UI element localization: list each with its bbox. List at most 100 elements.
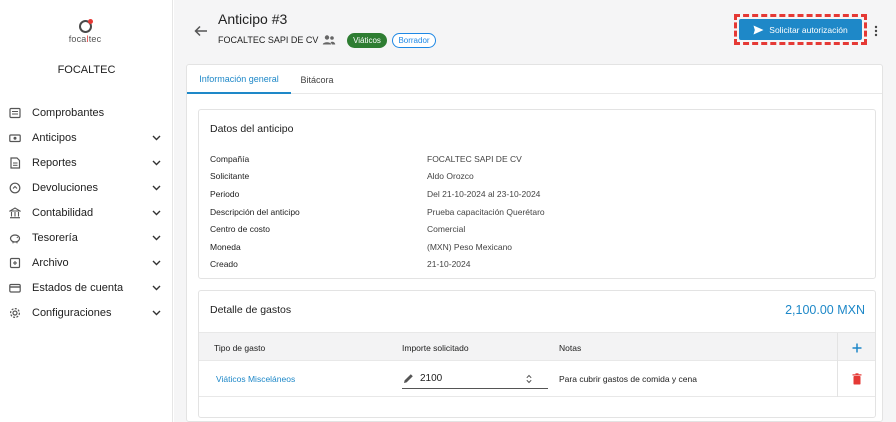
sidebar-item-label: Tesorería <box>32 232 78 245</box>
sidebar-item-archivo[interactable]: Archivo <box>0 251 173 276</box>
request-authorization-label: Solicitar autorización <box>769 24 848 35</box>
sidebar-item-devoluciones[interactable]: Devoluciones <box>0 175 173 200</box>
sidebar-item-label: Devoluciones <box>32 181 99 194</box>
sidebar-item-estados-de-cuenta[interactable]: Estados de cuenta <box>0 276 173 301</box>
datos-row: Descripción del anticipo Prueba capacitac… <box>210 203 850 221</box>
more-options-button[interactable] <box>871 22 881 40</box>
sidebar-item-label: Configuraciones <box>32 307 112 320</box>
datos-row: Creado 21-10-2024 <box>210 256 850 274</box>
sidebar-nav: Comprobantes Anticipos Reportes Devoluci… <box>0 100 173 326</box>
datos-row: Periodo Del 21-10-2024 al 23-10-2024 <box>210 185 850 203</box>
amount-input[interactable]: 2100 <box>402 369 548 389</box>
datos-rows: Compañía FOCALTEC SAPI DE CV Solicitante A… <box>210 150 850 273</box>
sidebar-item-label: Comprobantes <box>32 106 105 119</box>
logo-mark-icon <box>78 19 93 33</box>
chevron-down-icon[interactable] <box>151 183 161 193</box>
sidebar-item-configuraciones[interactable]: Configuraciones <box>0 301 173 326</box>
people-icon <box>322 33 336 47</box>
chevron-down-icon[interactable] <box>151 133 161 143</box>
sidebar-item-anticipos[interactable]: Anticipos <box>0 125 173 150</box>
highlight-box: Solicitar autorización <box>734 14 867 45</box>
field-label: Centro de costo <box>210 224 271 235</box>
section-title: Detalle de gastos <box>210 304 292 316</box>
gastos-section: Detalle de gastos 2,100.00 MXN Tipo de g… <box>198 290 876 418</box>
sidebar: focaltec FOCALTEC Comprobantes Anticipos… <box>0 0 173 422</box>
sidebar-item-label: Anticipos <box>32 131 77 144</box>
chevron-down-icon[interactable] <box>151 308 161 318</box>
chevron-down-icon[interactable] <box>151 258 161 268</box>
field-label: Moneda <box>210 241 241 252</box>
piggy-bank-icon <box>8 232 21 245</box>
send-icon <box>753 25 764 34</box>
receipt-icon <box>8 106 21 119</box>
field-value: Del 21-10-2024 al 23-10-2024 <box>427 188 541 199</box>
section-title: Datos del anticipo <box>210 123 294 135</box>
chevron-down-icon[interactable] <box>151 283 161 293</box>
sidebar-item-label: Contabilidad <box>32 206 94 219</box>
field-value: (MXN) Peso Mexicano <box>427 241 513 252</box>
card-icon <box>8 282 21 295</box>
amount-cell: 2100 <box>402 361 548 397</box>
datos-section: Datos del anticipo Compañía FOCALTEC SAPI… <box>198 109 876 279</box>
sidebar-item-label: Reportes <box>32 156 77 169</box>
logo-text: focaltec <box>68 34 102 44</box>
main-content: Anticipo #3 FOCALTEC SAPI DE CV Viáticos… <box>174 0 896 422</box>
request-authorization-button[interactable]: Solicitar autorización <box>739 19 862 40</box>
datos-row: Compañía FOCALTEC SAPI DE CV <box>210 150 850 168</box>
column-header-importe: Importe solicitado <box>402 342 469 353</box>
datos-row: Solicitante Aldo Orozco <box>210 168 850 186</box>
field-value: FOCALTEC SAPI DE CV <box>427 153 522 164</box>
add-expense-button[interactable] <box>837 333 876 362</box>
column-header-notas: Notas <box>559 342 582 353</box>
page-title: Anticipo #3 <box>218 11 288 27</box>
spinner-icon[interactable] <box>524 373 534 385</box>
field-value: Aldo Orozco <box>427 171 474 182</box>
more-vert-icon <box>874 25 878 37</box>
chevron-down-icon[interactable] <box>151 208 161 218</box>
tabs: Información general Bitácora <box>187 65 882 94</box>
tab-bitacora[interactable]: Bitácora <box>291 65 343 94</box>
amount-value: 2100 <box>420 373 443 384</box>
pencil-icon <box>402 372 416 386</box>
expense-type-link[interactable]: Viáticos Misceláneos <box>216 361 295 397</box>
sidebar-item-label: Estados de cuenta <box>32 282 124 295</box>
field-label: Periodo <box>210 188 240 199</box>
company-subtitle: FOCALTEC SAPI DE CV <box>218 35 319 45</box>
status-badge: Borrador <box>392 33 436 48</box>
field-label: Compañía <box>210 153 250 164</box>
datos-row: Centro de costo Comercial <box>210 220 850 238</box>
back-button[interactable] <box>192 22 210 40</box>
cash-icon <box>8 131 21 144</box>
company-logo: focaltec <box>63 19 107 44</box>
plus-icon <box>852 343 862 352</box>
table-row: Viáticos Misceláneos 2100 Para cubrir ga… <box>199 361 875 397</box>
sidebar-item-tesoreria[interactable]: Tesorería <box>0 225 173 250</box>
sidebar-item-comprobantes[interactable]: Comprobantes <box>0 100 173 125</box>
column-header-tipo: Tipo de gasto <box>214 342 266 353</box>
bank-icon <box>8 206 21 219</box>
arrow-left-icon <box>194 25 207 37</box>
notes-value: Para cubrir gastos de comida y cena <box>559 374 697 384</box>
datos-row: Moneda (MXN) Peso Mexicano <box>210 238 850 256</box>
chevron-down-icon[interactable] <box>151 158 161 168</box>
detail-card: Información general Bitácora Datos del a… <box>186 64 883 422</box>
company-name: FOCALTEC <box>57 64 116 76</box>
refund-icon <box>8 181 21 194</box>
table-header: Tipo de gasto Importe solicitado Notas <box>199 332 876 362</box>
type-chip: Viáticos <box>347 33 387 48</box>
field-value: Prueba capacitación Querétaro <box>427 206 545 217</box>
trash-icon <box>852 373 862 385</box>
tab-informacion-general[interactable]: Información general <box>187 65 291 94</box>
document-icon <box>8 156 21 169</box>
chevron-down-icon[interactable] <box>151 233 161 243</box>
sidebar-item-label: Archivo <box>32 257 69 270</box>
sidebar-item-reportes[interactable]: Reportes <box>0 150 173 175</box>
sidebar-item-contabilidad[interactable]: Contabilidad <box>0 200 173 225</box>
field-value: Comercial <box>427 224 466 235</box>
gastos-total: 2,100.00 MXN <box>785 303 865 317</box>
field-label: Solicitante <box>210 171 250 182</box>
archive-icon <box>8 257 21 270</box>
delete-button[interactable] <box>837 361 876 397</box>
field-value: 21-10-2024 <box>427 259 471 270</box>
gear-icon <box>8 307 21 320</box>
